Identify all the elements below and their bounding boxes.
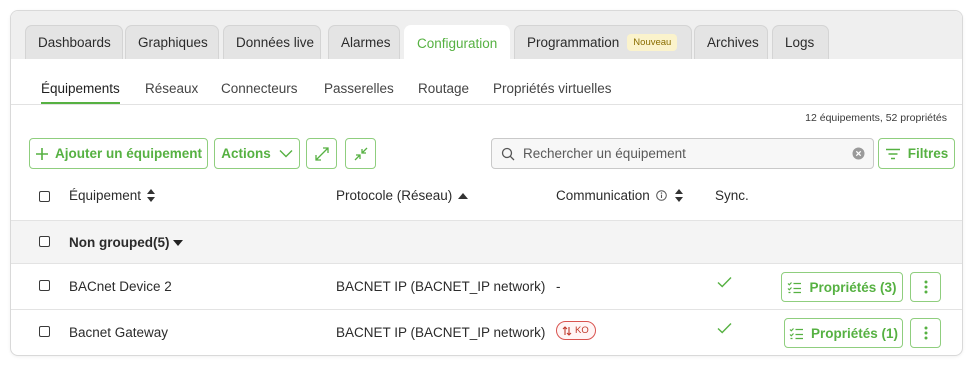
list-check-icon bbox=[787, 281, 802, 294]
filter-icon bbox=[885, 148, 901, 160]
tab-alarmes[interactable]: Alarmes bbox=[328, 25, 400, 59]
sync-error-icon bbox=[562, 325, 572, 336]
kebab-menu-icon bbox=[924, 326, 928, 340]
communication-value: KO bbox=[575, 325, 589, 336]
properties-label: Propriétés (3) bbox=[809, 279, 897, 295]
app-frame: Dashboards Graphiques Données live Alarm… bbox=[10, 10, 963, 356]
add-equipment-button[interactable]: Ajouter un équipement bbox=[29, 138, 208, 169]
select-all-checkbox[interactable] bbox=[39, 191, 50, 202]
subtab-equipements[interactable]: Équipements bbox=[41, 81, 120, 96]
tab-logs[interactable]: Logs bbox=[772, 25, 829, 59]
equipment-header-label: Équipement bbox=[69, 188, 142, 203]
tab-label: Dashboards bbox=[38, 35, 111, 50]
more-options-button[interactable] bbox=[910, 272, 941, 302]
check-icon bbox=[717, 322, 732, 334]
add-equipment-label: Ajouter un équipement bbox=[54, 146, 202, 161]
column-header-protocol[interactable]: Protocole (Réseau) bbox=[336, 188, 469, 203]
row-checkbox[interactable] bbox=[39, 326, 50, 337]
equipment-name[interactable]: BACnet Device 2 bbox=[69, 279, 172, 294]
check-icon bbox=[717, 276, 732, 288]
column-header-communication[interactable]: Communication bbox=[556, 188, 683, 203]
communication-header-label: Communication bbox=[556, 188, 650, 203]
more-options-button[interactable] bbox=[910, 318, 941, 348]
actions-label: Actions bbox=[221, 146, 271, 161]
chevron-down-icon bbox=[279, 149, 293, 158]
tab-label: Alarmes bbox=[341, 35, 391, 50]
tab-label: Logs bbox=[785, 35, 815, 50]
tab-archives[interactable]: Archives bbox=[694, 25, 768, 59]
equipment-name[interactable]: Bacnet Gateway bbox=[69, 325, 168, 340]
active-subtab-indicator bbox=[41, 102, 120, 104]
info-icon bbox=[655, 190, 667, 201]
subtab-routage[interactable]: Routage bbox=[418, 81, 469, 96]
protocol-header-label: Protocole (Réseau) bbox=[336, 188, 453, 203]
tab-label: Graphiques bbox=[138, 35, 208, 50]
group-label-container[interactable]: Non grouped(5) bbox=[69, 235, 183, 250]
tab-label: Configuration bbox=[417, 35, 498, 51]
kebab-menu-icon bbox=[924, 280, 928, 294]
search-icon bbox=[501, 147, 515, 161]
search-input[interactable] bbox=[523, 146, 843, 161]
tab-programmation[interactable]: Programmation Nouveau bbox=[514, 25, 692, 59]
filters-button[interactable]: Filtres bbox=[878, 138, 955, 169]
tab-label: Données live bbox=[236, 35, 315, 50]
communication-value: - bbox=[556, 279, 561, 294]
column-header-sync: Sync. bbox=[715, 188, 749, 203]
group-label: Non grouped(5) bbox=[69, 235, 170, 250]
tab-donnees-live[interactable]: Données live bbox=[223, 25, 321, 59]
tab-label: Programmation bbox=[527, 35, 620, 50]
group-checkbox[interactable] bbox=[39, 236, 50, 247]
caret-down-icon bbox=[172, 239, 183, 246]
properties-button[interactable]: Propriétés (3) bbox=[781, 272, 903, 302]
sync-header-label: Sync. bbox=[715, 188, 749, 203]
search-box bbox=[491, 138, 874, 169]
equipment-count: 12 équipements, 52 propriétés bbox=[805, 112, 947, 124]
plus-icon bbox=[35, 147, 49, 161]
tab-graphiques[interactable]: Graphiques bbox=[125, 25, 219, 59]
sort-icon bbox=[147, 189, 156, 202]
properties-button[interactable]: Propriétés (1) bbox=[784, 318, 903, 348]
collapse-all-button[interactable] bbox=[345, 138, 376, 169]
protocol-value: BACNET IP (BACNET_IP network) bbox=[336, 279, 546, 294]
filters-label: Filtres bbox=[907, 146, 949, 161]
new-badge: Nouveau bbox=[627, 34, 678, 51]
subtab-passerelles[interactable]: Passerelles bbox=[324, 81, 394, 96]
tab-dashboards[interactable]: Dashboards bbox=[25, 25, 123, 59]
properties-label: Propriétés (1) bbox=[810, 325, 899, 341]
actions-dropdown[interactable]: Actions bbox=[214, 138, 300, 169]
sort-asc-icon bbox=[458, 192, 469, 199]
sort-icon bbox=[674, 189, 683, 202]
subtab-proprietes-virtuelles[interactable]: Propriétés virtuelles bbox=[493, 81, 612, 96]
row-divider bbox=[11, 309, 962, 310]
protocol-value: BACNET IP (BACNET_IP network) bbox=[336, 325, 546, 340]
row-divider bbox=[11, 263, 962, 264]
clear-search-icon[interactable] bbox=[852, 147, 865, 160]
tab-label: Archives bbox=[707, 35, 759, 50]
collapse-icon bbox=[353, 146, 369, 162]
expand-all-button[interactable] bbox=[306, 138, 337, 169]
row-checkbox[interactable] bbox=[39, 280, 50, 291]
tab-configuration[interactable]: Configuration bbox=[404, 25, 510, 60]
column-header-equipment[interactable]: Équipement bbox=[69, 188, 156, 203]
main-tab-bar: Dashboards Graphiques Données live Alarm… bbox=[11, 11, 962, 60]
expand-icon bbox=[314, 146, 330, 162]
subtab-reseaux[interactable]: Réseaux bbox=[145, 81, 198, 96]
list-check-icon bbox=[789, 327, 804, 340]
subtab-connecteurs[interactable]: Connecteurs bbox=[221, 81, 298, 96]
communication-status-badge: KO bbox=[556, 321, 596, 340]
